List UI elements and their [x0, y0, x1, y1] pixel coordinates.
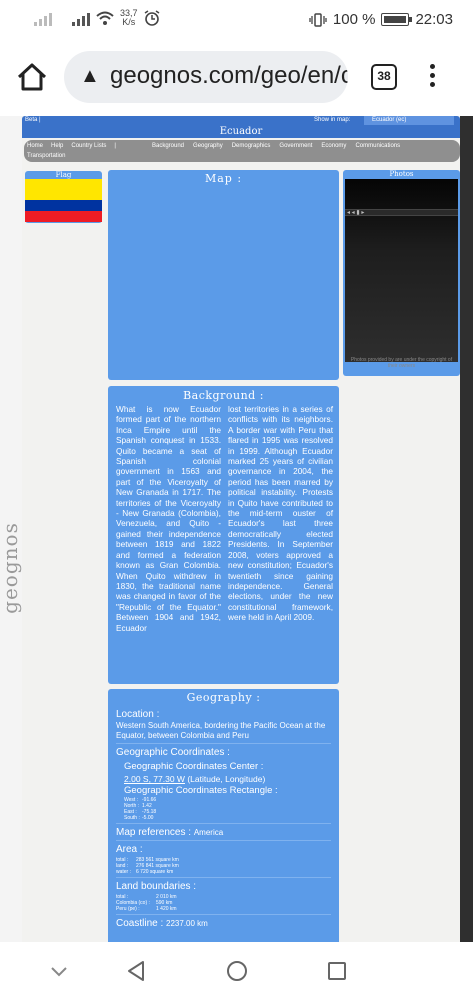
signal-icon-sim2	[72, 10, 90, 26]
main-menu: Home Help Country Lists | Background Geograp…	[24, 140, 460, 162]
url-text: geognos.com/geo/en/cc	[110, 62, 348, 89]
signal-icon-sim1	[34, 10, 52, 26]
area-list: total :283 561 square km land :276 841 sq…	[116, 857, 179, 875]
flag-stripe-blue	[25, 200, 102, 211]
map-heading: Map :	[204, 172, 243, 185]
menu-item-transportation[interactable]: Transportation	[27, 153, 65, 159]
kv-row: water :6 720 square km	[116, 869, 174, 875]
show-in-map-label: Show in map:	[314, 117, 351, 123]
coords-label: Geographic Coordinates :	[116, 747, 230, 758]
recents-icon[interactable]	[327, 961, 347, 981]
site-logo[interactable]: geognos	[0, 116, 22, 942]
menu-item-background[interactable]: Background	[152, 143, 184, 149]
menu-item-economy[interactable]: Economy	[321, 143, 346, 149]
menu-item-communications[interactable]: Communications	[355, 143, 400, 149]
flag-heading: Flag	[55, 171, 72, 179]
site-header: Beta | Show in map: Ecuador (ec) Ecuador	[22, 116, 460, 138]
location-label: Location :	[116, 709, 160, 720]
coords-rect-list: West : -91.66 North :1.42 East : -75.18 South…	[124, 797, 156, 821]
country-select[interactable]: Ecuador (ec)	[364, 116, 454, 125]
alarm-icon	[144, 10, 159, 26]
flag-panel: Flag	[25, 171, 102, 223]
flag-stripe-red	[25, 211, 102, 222]
coastline-value: 2237.00 km	[166, 919, 208, 928]
clock: 22:03	[415, 11, 453, 28]
system-nav-bar	[0, 942, 473, 1000]
mapref-value: America	[193, 828, 224, 837]
more-options-icon[interactable]	[430, 64, 436, 90]
photo-credit: Photos provided by are under the copyrig…	[350, 357, 453, 369]
tab-switcher-button[interactable]: 38	[371, 64, 397, 90]
menu-item-country-lists[interactable]: Country Lists	[71, 143, 106, 149]
web-viewport: geognos Beta | Show in map: Ecuador (ec)…	[0, 116, 473, 942]
photos-panel: Photos ◂ ◂ ▮ ▸ Photos provided by are un…	[343, 170, 460, 376]
page-content: Beta | Show in map: Ecuador (ec) Ecuador…	[22, 116, 460, 942]
not-secure-warning-icon[interactable]: ▲	[80, 65, 100, 88]
browser-toolbar: ▲ geognos.com/geo/en/cc 38	[0, 38, 473, 116]
country-title: Ecuador	[219, 126, 263, 137]
battery-icon	[381, 13, 413, 26]
home-icon[interactable]	[16, 62, 48, 92]
coords-center-label: Geographic Coordinates Center :	[124, 761, 264, 772]
menu-item-: |	[114, 143, 116, 149]
kv-row: South : -5.00	[124, 815, 154, 821]
coastline-row: Coastline : 2237.00 km	[116, 918, 208, 929]
vibrate-icon	[309, 12, 327, 27]
flag-image	[25, 179, 102, 222]
kv-row: Peru (pe) :1 420 km	[116, 906, 177, 912]
flag-stripe-yellow	[25, 179, 102, 200]
coords-rect-label: Geographic Coordinates Rectangle :	[124, 785, 278, 796]
menu-item-help[interactable]: Help	[51, 143, 63, 149]
address-bar[interactable]: ▲ geognos.com/geo/en/cc	[64, 51, 348, 103]
menu-item-home[interactable]: Home	[27, 143, 43, 149]
background-text-col2: lost territories in a series of conflict…	[228, 404, 333, 623]
mapref-row: Map references : America	[116, 827, 224, 838]
background-heading: Background :	[183, 389, 264, 402]
photos-heading: Photos	[389, 170, 414, 178]
geography-panel: Geography : Location : Western South Ame…	[108, 689, 339, 942]
hide-nav-chevron-icon[interactable]	[50, 966, 68, 978]
menu-item-government[interactable]: Government	[279, 143, 312, 149]
photo-controls[interactable]: ◂ ◂ ▮ ▸	[345, 209, 458, 216]
battery-percent: 100 %	[332, 11, 376, 28]
menu-item-demographics[interactable]: Demographics	[232, 143, 271, 149]
coords-center-value[interactable]: 2.00 S, 77.30 W	[124, 774, 185, 784]
background-panel: Background : What is now Ecuador formed …	[108, 386, 339, 684]
map-panel[interactable]: Map :	[108, 170, 339, 380]
area-label: Area :	[116, 844, 143, 855]
coords-center: 2.00 S, 77.30 W (Latitude, Longitude)	[124, 774, 266, 784]
back-icon[interactable]	[126, 960, 146, 982]
beta-link[interactable]: Beta |	[25, 117, 41, 123]
land-boundaries-list: total :2 010 km Colombia (co) :590 km Peru…	[116, 894, 177, 912]
wifi-icon	[96, 11, 114, 25]
land-boundaries-label: Land boundaries :	[116, 881, 197, 892]
menu-item-geography[interactable]: Geography	[193, 143, 223, 149]
location-text: Western South America, bordering the Pac…	[116, 721, 326, 740]
geography-heading: Geography :	[186, 691, 261, 704]
network-speed: 33,7 K/s	[120, 8, 138, 27]
photo-viewer[interactable]: ◂ ◂ ▮ ▸ Photos provided by are under the…	[345, 179, 458, 369]
status-bar: 33,7 K/s 100 % 22:03	[0, 0, 473, 38]
background-text-col1: What is now Ecuador formed part of the n…	[116, 404, 221, 633]
home-circle-icon[interactable]	[226, 960, 248, 982]
